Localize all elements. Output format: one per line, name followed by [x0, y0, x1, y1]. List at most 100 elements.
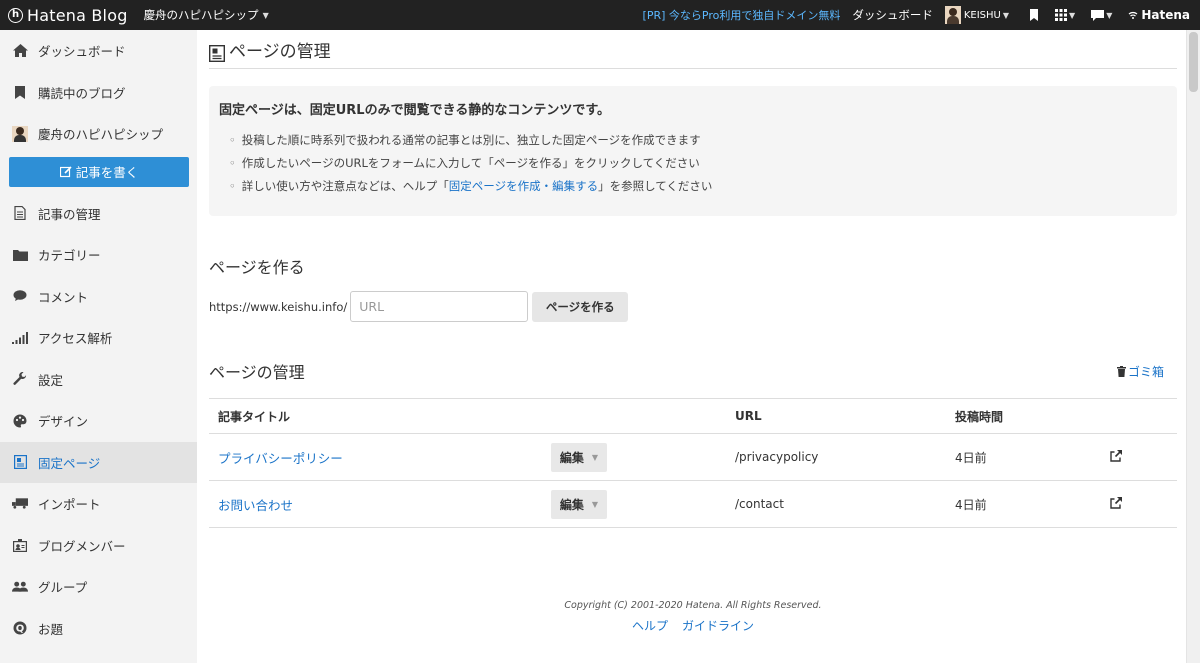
sidebar-item-articles[interactable]: 記事の管理	[0, 193, 197, 235]
column-header-edit	[542, 398, 726, 434]
sidebar-item-label: 慶舟のハピハピシップ	[38, 127, 164, 143]
sidebar-item-topics[interactable]: Q お題	[0, 608, 197, 650]
url-prefix: https://www.keishu.info/	[209, 299, 348, 314]
page-icon	[209, 45, 225, 62]
sidebar-item-label: インポート	[38, 497, 101, 513]
page-title-link[interactable]: お問い合わせ	[209, 480, 542, 528]
sidebar-item-dashboard[interactable]: ダッシュボード	[0, 30, 197, 72]
info-heading: 固定ページは、固定URLのみで閲覧できる静的なコンテンツです。	[219, 103, 611, 118]
blog-switcher[interactable]: 慶舟のハピハピシップ ▼	[144, 7, 269, 23]
member-icon	[12, 538, 28, 552]
caret-down-icon: ▼	[1002, 10, 1010, 20]
blog-avatar	[12, 125, 28, 142]
caret-down-icon: ▼	[591, 452, 599, 462]
column-header-link	[1104, 398, 1177, 434]
pr-link[interactable]: [PR] 今ならPro利用で独自ドメイン無料	[643, 7, 841, 23]
sidebar-item-label: デザイン	[38, 414, 89, 430]
folder-icon	[12, 249, 28, 261]
info-bullet: ◦ 投稿した順に時系列で扱われる通常の記事とは別に、独立した固定ページを作成できま…	[229, 133, 701, 147]
create-page-form: https://www.keishu.info/ ページを作る	[209, 291, 1177, 322]
table-row: お問い合わせ 編集 ▼ /contact 4日前	[209, 480, 1177, 528]
page-title: ページの管理	[209, 30, 1177, 69]
signal-icon	[12, 331, 28, 344]
sidebar-item-comments[interactable]: コメント	[0, 276, 197, 318]
sidebar-item-design[interactable]: デザイン	[0, 400, 197, 442]
info-box: 固定ページは、固定URLのみで閲覧できる静的なコンテンツです。 ◦ 投稿した順に時…	[209, 86, 1177, 216]
sidebar-item-categories[interactable]: カテゴリー	[0, 234, 197, 276]
sidebar-item-blog[interactable]: 慶舟のハピハピシップ	[0, 113, 197, 155]
posted-time: 4日前	[946, 480, 1104, 528]
dashboard-link[interactable]: ダッシュボード	[852, 7, 933, 23]
sidebar-item-label: 設定	[38, 372, 64, 388]
sidebar-item-subscriptions[interactable]: 購読中のブログ	[0, 72, 197, 114]
sidebar-item-label: ブログメンバー	[38, 538, 126, 554]
column-header-url: URL	[726, 398, 946, 434]
wifi-icon	[1128, 11, 1138, 19]
bookmark-icon[interactable]	[1029, 9, 1039, 21]
hatena-blog-logo[interactable]: h Hatena Blog	[8, 0, 128, 30]
sidebar-item-label: お題	[38, 621, 64, 637]
sidebar-item-label: 固定ページ	[38, 455, 101, 471]
notification-icon[interactable]: ▼	[1091, 9, 1113, 21]
username: KEISHU	[963, 9, 1001, 21]
table-row: プライバシーポリシー 編集 ▼ /privacypolicy 4日前	[209, 433, 1177, 481]
column-header-title: 記事タイトル	[209, 398, 542, 434]
sidebar-item-members[interactable]: ブログメンバー	[0, 525, 197, 567]
svg-text:Q: Q	[16, 624, 25, 635]
comment-icon	[12, 290, 28, 302]
sidebar-item-import[interactable]: インポート	[0, 483, 197, 525]
create-page-heading: ページを作る	[209, 258, 305, 277]
page-icon	[12, 455, 28, 470]
url-input[interactable]	[350, 291, 529, 322]
apps-grid-icon[interactable]: ▼	[1055, 9, 1075, 21]
sidebar-item-label: カテゴリー	[38, 248, 101, 264]
edit-icon	[59, 165, 72, 177]
hatena-link[interactable]: Hatena	[1128, 8, 1190, 22]
manage-header: ページの管理 ゴミ箱	[209, 360, 1177, 382]
sidebar-item-static-pages[interactable]: 固定ページ	[0, 441, 197, 483]
sidebar-item-label: ダッシュボード	[38, 44, 126, 60]
vertical-scrollbar[interactable]	[1186, 30, 1200, 663]
sidebar-item-label: コメント	[38, 289, 89, 305]
caret-down-icon: ▼	[591, 499, 599, 509]
external-link-icon[interactable]	[1110, 449, 1122, 465]
info-list: ◦ 投稿した順に時系列で扱われる通常の記事とは別に、独立した固定ページを作成できま…	[219, 130, 1167, 199]
write-article-button[interactable]: 記事を書く	[9, 156, 189, 187]
sidebar-item-analytics[interactable]: アクセス解析	[0, 317, 197, 359]
sidebar-item-label: 購読中のブログ	[38, 85, 126, 101]
caret-down-icon: ▼	[1106, 10, 1113, 20]
page-title-link[interactable]: プライバシーポリシー	[209, 433, 542, 481]
footer-help-link[interactable]: ヘルプ	[632, 617, 668, 634]
external-link-icon[interactable]	[1110, 496, 1122, 512]
user-avatar	[944, 6, 961, 24]
info-bullet: ◦ 詳しい使い方や注意点などは、ヘルプ「固定ページを作成・編集する」を参照してくだ…	[229, 179, 713, 193]
sidebar-item-groups[interactable]: グループ	[0, 566, 197, 608]
palette-icon	[12, 414, 28, 428]
page-url: /contact	[726, 480, 946, 528]
trash-icon	[1116, 365, 1126, 377]
document-icon	[12, 206, 28, 221]
truck-icon	[12, 498, 28, 509]
footer-guideline-link[interactable]: ガイドライン	[682, 617, 754, 634]
scroll-thumb[interactable]	[1189, 32, 1198, 92]
home-icon	[12, 44, 28, 58]
bookmark-icon	[12, 85, 28, 99]
posted-time: 4日前	[946, 433, 1104, 481]
sidebar-item-label: グループ	[38, 580, 88, 596]
user-menu[interactable]: KEISHU ▼	[944, 6, 1010, 24]
wrench-icon	[12, 372, 28, 386]
caret-down-icon: ▼	[262, 10, 269, 20]
trash-link[interactable]: ゴミ箱	[1116, 363, 1164, 380]
hatena-text: Hatena	[1141, 8, 1190, 22]
question-icon: Q	[12, 621, 28, 635]
help-link[interactable]: 固定ページを作成・編集する	[449, 179, 598, 193]
sidebar-item-label: アクセス解析	[38, 331, 113, 347]
logo-text: Hatena Blog	[27, 5, 128, 25]
page-url: /privacypolicy	[726, 433, 946, 481]
edit-dropdown-button[interactable]: 編集 ▼	[551, 442, 607, 472]
create-page-button[interactable]: ページを作る	[532, 291, 629, 322]
column-header-time: 投稿時間	[946, 398, 1104, 434]
sidebar-item-settings[interactable]: 設定	[0, 359, 197, 401]
edit-dropdown-button[interactable]: 編集 ▼	[551, 489, 607, 519]
write-button-label: 記事を書く	[75, 165, 139, 180]
